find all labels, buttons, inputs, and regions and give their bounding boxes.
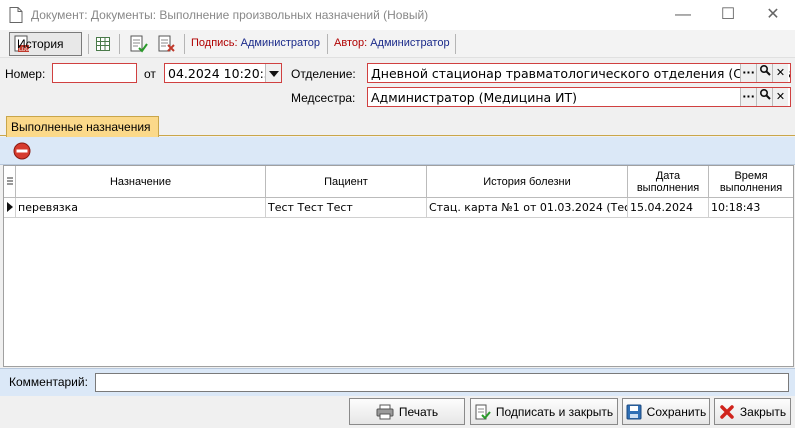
sign-close-label: Подписать и закрыть	[495, 404, 614, 419]
department-label: Отделение:	[291, 67, 356, 81]
toolbar-separator	[184, 34, 185, 54]
author-value: Администратор	[370, 37, 450, 49]
nurse-clear-button[interactable]: ✕	[772, 88, 788, 106]
column-header-time[interactable]: Время выполнения	[709, 166, 793, 198]
department-field[interactable]: Дневной стационар травматологического от…	[367, 63, 791, 83]
print-label: Печать	[398, 404, 439, 419]
close-window-button[interactable]: ✕	[750, 0, 795, 30]
nurse-select-button[interactable]: ···	[740, 88, 756, 106]
signature-info: Подпись: Администратор	[191, 37, 320, 49]
table-cell[interactable]: перевязка	[16, 198, 266, 218]
history-button[interactable]: LOG История	[9, 32, 82, 56]
table-icon[interactable]	[96, 37, 110, 51]
sign-icon	[475, 404, 491, 419]
signature-key: Подпись:	[191, 37, 238, 49]
nurse-field[interactable]: Администратор (Медицина ИТ) ··· ✕	[367, 87, 791, 107]
document-window: Документ: Документы: Выполнение произвол…	[0, 0, 795, 428]
delete-row-icon[interactable]	[13, 142, 31, 160]
sign-close-button[interactable]: Подписать и закрыть	[470, 398, 618, 425]
nurse-label: Медсестра:	[291, 91, 356, 105]
search-icon	[759, 64, 771, 76]
comment-label: Комментарий:	[9, 375, 88, 389]
document-icon	[9, 7, 23, 23]
author-info: Автор: Администратор	[334, 37, 450, 49]
close-icon	[720, 404, 734, 419]
history-label: История	[17, 37, 64, 51]
clear-icon: ✕	[775, 90, 786, 103]
minimize-button[interactable]: —	[660, 0, 706, 30]
table-cell[interactable]: 15.04.2024	[628, 198, 709, 218]
save-label: Сохранить	[646, 404, 707, 419]
grid-toolbar	[0, 137, 795, 165]
signature-value: Администратор	[240, 37, 321, 49]
grid-row-indicator-header[interactable]	[4, 166, 16, 198]
clear-icon: ✕	[775, 66, 786, 79]
table-cell[interactable]: Тест Тест Тест	[266, 198, 427, 218]
date-from-label: от	[144, 67, 156, 81]
nurse-value: Администратор (Медицина ИТ)	[371, 90, 578, 105]
ellipsis-icon: ···	[742, 90, 755, 103]
close-label: Закрыть	[739, 404, 787, 419]
toolbar: LOG История Подпись: Администратор Автор…	[0, 30, 795, 58]
department-clear-button[interactable]: ✕	[772, 64, 788, 82]
column-header-assignment[interactable]: Назначение	[16, 166, 266, 198]
table-cell[interactable]: Стац. карта №1 от 01.03.2024 (Тест Т	[427, 198, 628, 218]
search-icon	[759, 88, 771, 100]
current-row-icon	[7, 202, 13, 212]
date-dropdown-button[interactable]	[265, 64, 281, 82]
print-button[interactable]: Печать	[349, 398, 465, 425]
close-button[interactable]: Закрыть	[714, 398, 791, 425]
toolbar-separator	[327, 34, 328, 54]
column-header-date[interactable]: Дата выполнения	[628, 166, 709, 198]
row-indicator[interactable]	[4, 198, 16, 218]
printer-icon	[376, 404, 394, 419]
date-input[interactable]: 04.2024 10:20:55	[164, 63, 282, 83]
window-title: Документ: Документы: Выполнение произвол…	[31, 8, 429, 22]
toolbar-separator	[88, 34, 89, 54]
table-cell[interactable]: 10:18:43	[709, 198, 793, 218]
ellipsis-icon: ···	[742, 66, 755, 79]
save-icon	[626, 404, 642, 419]
menu-icon	[6, 177, 13, 184]
maximize-button[interactable]: ☐	[705, 0, 751, 30]
department-value: Дневной стационар травматологического от…	[371, 66, 791, 81]
comment-input[interactable]	[95, 373, 789, 392]
title-bar: Документ: Документы: Выполнение произвол…	[0, 0, 795, 30]
column-header-history[interactable]: История болезни	[427, 166, 628, 198]
number-input[interactable]	[52, 63, 137, 83]
author-key: Автор:	[334, 37, 368, 49]
department-select-button[interactable]: ···	[740, 64, 756, 82]
number-label: Номер:	[5, 67, 46, 81]
toolbar-separator	[455, 34, 456, 54]
date-value: 04.2024 10:20:55	[168, 66, 280, 81]
nurse-search-button[interactable]	[756, 88, 772, 106]
save-button[interactable]: Сохранить	[622, 398, 710, 425]
toolbar-separator	[119, 34, 120, 54]
unsign-document-icon[interactable]	[158, 35, 176, 53]
sign-document-icon[interactable]	[130, 35, 148, 53]
column-header-patient[interactable]: Пациент	[266, 166, 427, 198]
assignments-grid: Назначение Пациент История болезни Дата …	[3, 165, 794, 367]
department-search-button[interactable]	[756, 64, 772, 82]
chevron-down-icon	[269, 71, 279, 77]
tab-completed-assignments[interactable]: Выполненые назначения	[6, 116, 159, 137]
